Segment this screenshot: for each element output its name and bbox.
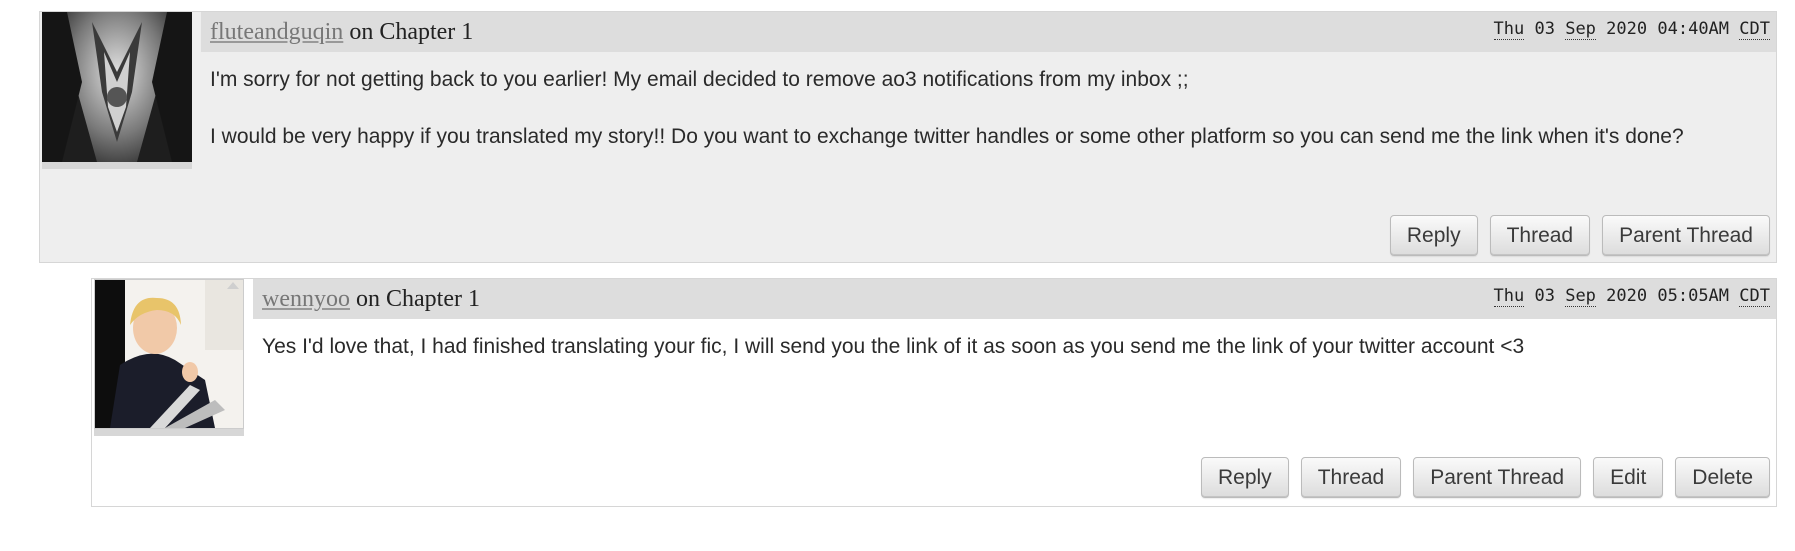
chapter-link: Chapter 1: [379, 19, 474, 45]
time: 05:05AM: [1657, 286, 1730, 306]
user-avatar-icon: [95, 280, 243, 428]
avatar[interactable]: [42, 12, 192, 162]
timezone: CDT: [1739, 286, 1770, 307]
day: Thu: [1493, 286, 1525, 307]
parent-thread-button[interactable]: Parent Thread: [1602, 215, 1770, 256]
thread-button[interactable]: Thread: [1489, 215, 1591, 256]
comment-header: fluteandguqin on Chapter 1 Thu 03 Sep 20…: [201, 12, 1776, 52]
avatar-frame: [94, 429, 244, 436]
byline: wennyoo on Chapter 1: [262, 286, 480, 313]
byline: fluteandguqin on Chapter 1: [210, 19, 473, 46]
comment-actions: Reply Thread Parent Thread Edit Delete: [1200, 457, 1770, 498]
comment-paragraph: I would be very happy if you translated …: [210, 125, 1684, 148]
avatar[interactable]: [94, 279, 244, 429]
comment-paragraph: I'm sorry for not getting back to you ea…: [210, 68, 1189, 91]
username-link[interactable]: wennyoo: [262, 286, 350, 312]
month: Sep: [1565, 286, 1596, 307]
comment-body: I'm sorry for not getting back to you ea…: [210, 64, 1756, 178]
avatar-frame: [42, 162, 192, 169]
year: 2020: [1606, 286, 1648, 306]
timestamp: Thu 03 Sep 2020 05:05AM CDT: [1493, 286, 1770, 307]
edit-button[interactable]: Edit: [1593, 457, 1664, 498]
day: Thu: [1493, 19, 1525, 40]
comment: wennyoo on Chapter 1 Thu 03 Sep 2020 05:…: [91, 278, 1777, 507]
delete-button[interactable]: Delete: [1675, 457, 1770, 498]
on-text: on: [355, 286, 380, 312]
reply-button[interactable]: Reply: [1200, 457, 1289, 498]
thread-button[interactable]: Thread: [1300, 457, 1402, 498]
comment-body: Yes I'd love that, I had finished transl…: [262, 331, 1756, 388]
comment-paragraph: Yes I'd love that, I had finished transl…: [262, 335, 1525, 358]
timestamp: Thu 03 Sep 2020 04:40AM CDT: [1493, 19, 1770, 40]
year: 2020: [1606, 19, 1648, 39]
date-num: 03: [1534, 286, 1555, 306]
month: Sep: [1565, 19, 1596, 40]
comment: fluteandguqin on Chapter 1 Thu 03 Sep 20…: [39, 11, 1777, 263]
parent-thread-button[interactable]: Parent Thread: [1413, 457, 1582, 498]
date-num: 03: [1534, 19, 1555, 39]
timezone: CDT: [1739, 19, 1770, 40]
chapter-link: Chapter 1: [385, 286, 480, 312]
reply-button[interactable]: Reply: [1389, 215, 1478, 256]
on-text: on: [349, 19, 374, 45]
time: 04:40AM: [1657, 19, 1730, 39]
comment-header: wennyoo on Chapter 1 Thu 03 Sep 2020 05:…: [253, 279, 1776, 319]
user-avatar-icon: [42, 12, 192, 162]
username-link[interactable]: fluteandguqin: [210, 19, 343, 45]
comment-actions: Reply Thread Parent Thread: [1389, 215, 1770, 256]
